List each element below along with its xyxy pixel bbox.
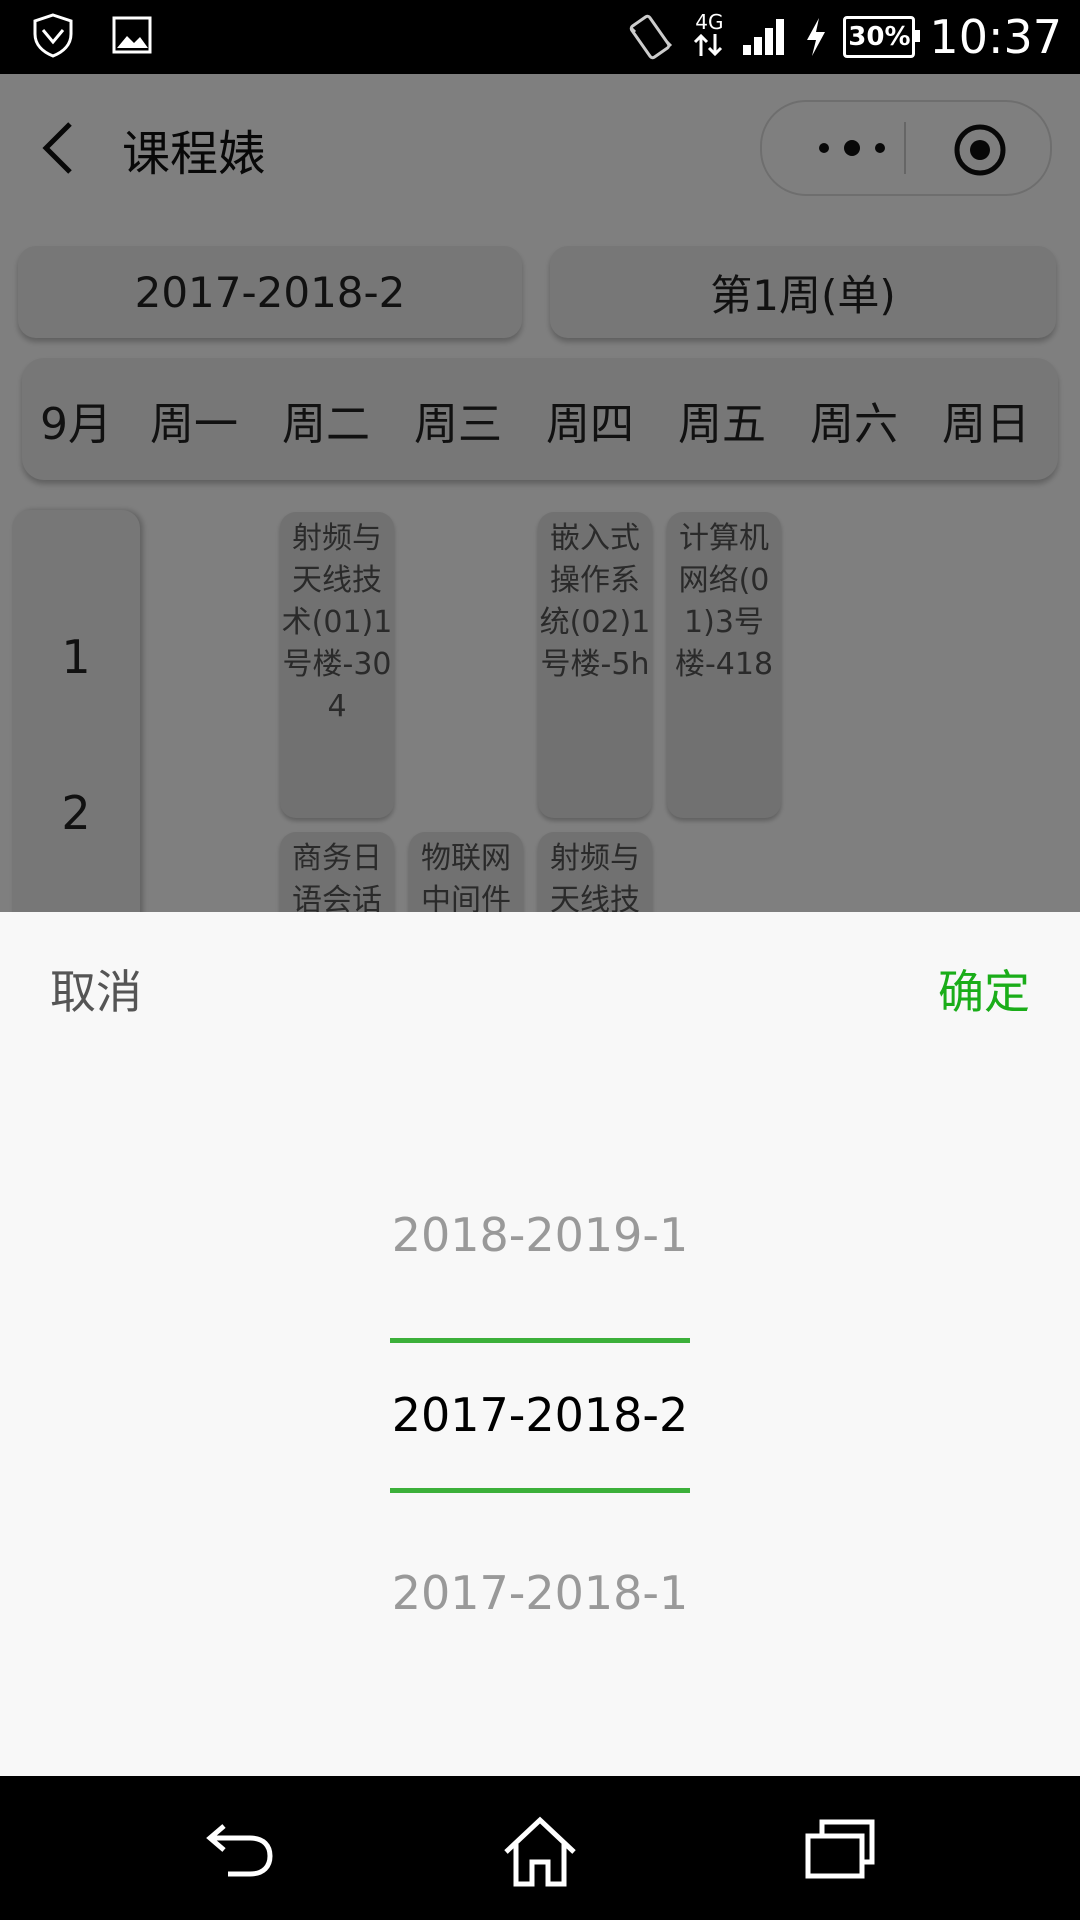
selection-line-bottom xyxy=(390,1488,690,1493)
charging-icon xyxy=(807,18,826,56)
network-type: 4G xyxy=(691,12,727,62)
schedule-page: 课程婊 2017-2018-2 第1周(单) 9月 周一 周二 周三 周四 周五… xyxy=(0,74,1080,912)
picker-option[interactable]: 2017-2018-1 xyxy=(0,1566,1080,1620)
signal-icon xyxy=(743,19,785,55)
battery-indicator: 30% xyxy=(843,16,921,58)
home-icon[interactable] xyxy=(500,1816,580,1888)
shield-icon xyxy=(33,13,73,58)
clock: 10:37 xyxy=(929,10,1062,64)
cancel-button[interactable]: 取消 xyxy=(50,956,142,1022)
selection-line-top xyxy=(390,1338,690,1343)
recent-apps-icon[interactable] xyxy=(804,1816,876,1880)
data-arrows-icon xyxy=(694,33,723,57)
confirm-button[interactable]: 确定 xyxy=(938,956,1030,1022)
back-nav-icon[interactable] xyxy=(204,1816,276,1880)
picker-option-selected[interactable]: 2017-2018-2 xyxy=(0,1388,1080,1442)
term-picker-sheet: 取消 确定 2018-2019-1 2017-2018-2 2017-2018-… xyxy=(0,912,1080,1776)
modal-overlay[interactable] xyxy=(0,74,1080,912)
system-navigation-bar xyxy=(0,1776,1080,1920)
picker-option[interactable]: 2018-2019-1 xyxy=(0,1208,1080,1262)
status-bar: 4G 30% 10:37 xyxy=(0,0,1080,74)
vibrate-icon xyxy=(630,14,673,60)
image-icon xyxy=(112,16,152,54)
